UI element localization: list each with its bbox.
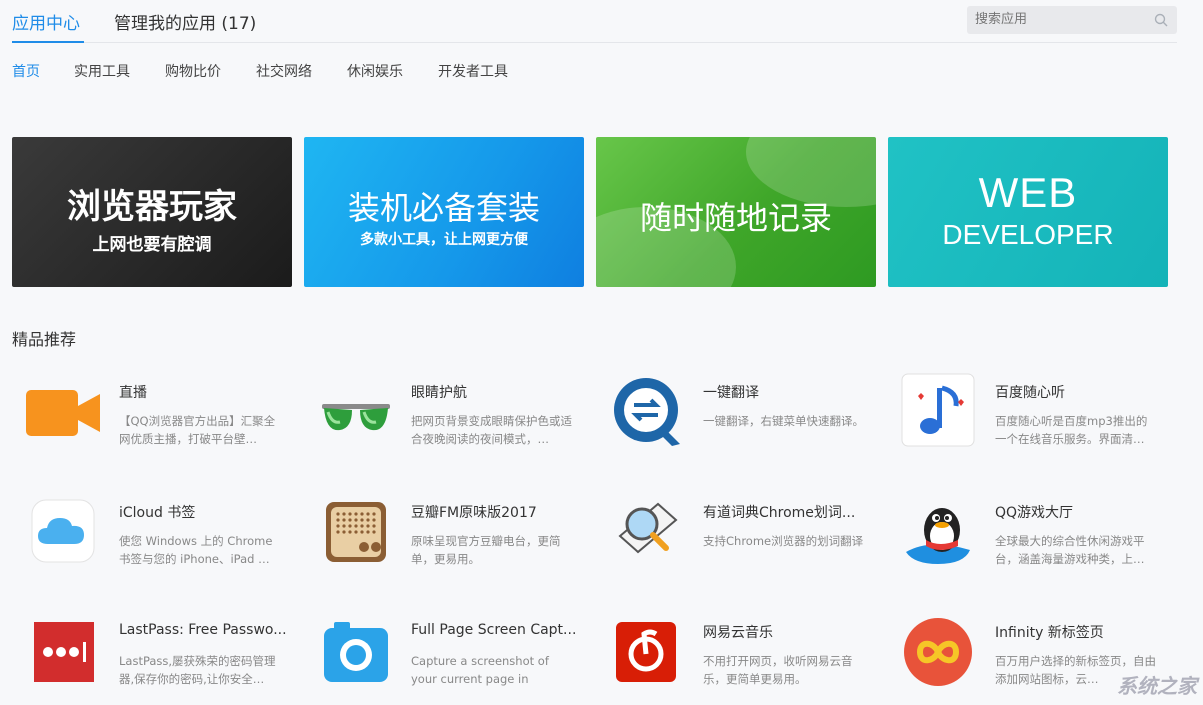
app-desc: 一键翻译，右键菜单快速翻译。 [703, 412, 865, 448]
app-name: Full Page Screen Capt... [411, 622, 581, 638]
search-box[interactable] [967, 6, 1177, 34]
app-name: 百度随心听 [995, 382, 1165, 402]
banner-title: 装机必备套装 [304, 183, 584, 229]
cloud-icon [24, 492, 100, 568]
nav-developer-tools[interactable]: 开发者工具 [438, 61, 508, 81]
lastpass-icon [24, 612, 100, 688]
banner-browser-player[interactable]: 浏览器玩家 上网也要有腔调 [12, 137, 292, 287]
app-card[interactable]: QQ游戏大厅 全球最大的综合性休闲游戏平台，涵盖海量游戏种类，上… [888, 492, 1168, 592]
magnifier-dictionary-icon [608, 492, 684, 568]
app-name: 直播 [119, 382, 289, 402]
video-camera-icon [24, 372, 100, 448]
penguin-icon [900, 492, 976, 568]
app-name: 网易云音乐 [703, 622, 873, 642]
app-card[interactable]: Full Page Screen Capt... Capture a scree… [304, 612, 584, 705]
banner-title: 浏览器玩家 [12, 179, 292, 228]
app-card[interactable]: 一键翻译 一键翻译，右键菜单快速翻译。 [596, 372, 876, 472]
app-desc: LastPass,屡获殊荣的密码管理器,保存你的密码,让你安全… [119, 652, 281, 688]
banner-subtitle: DEVELOPER [888, 219, 1168, 251]
nav-social[interactable]: 社交网络 [256, 61, 312, 81]
infinity-icon [900, 612, 976, 688]
watermark: 系统之家 [1117, 670, 1197, 699]
app-name: iCloud 书签 [119, 502, 289, 522]
search-icon[interactable] [1154, 13, 1168, 27]
app-card[interactable]: 直播 【QQ浏览器官方出品】汇聚全网优质主播，打破平台壁… [12, 372, 292, 472]
app-name: Infinity 新标签页 [995, 622, 1165, 642]
app-card[interactable]: 有道词典Chrome划词... 支持Chrome浏览器的划词翻译 [596, 492, 876, 592]
section-title: 精品推荐 [12, 326, 76, 350]
nav-entertainment[interactable]: 休闲娱乐 [347, 61, 403, 81]
app-desc: 全球最大的综合性休闲游戏平台，涵盖海量游戏种类，上… [995, 532, 1157, 568]
app-card[interactable]: iCloud 书签 使您 Windows 上的 Chrome 书签与您的 iPh… [12, 492, 292, 592]
tab-app-center[interactable]: 应用中心 [12, 9, 80, 34]
active-tab-indicator [12, 41, 84, 43]
banner-title: WEB [888, 169, 1168, 217]
tab-manage-my-apps[interactable]: 管理我的应用 (17) [114, 9, 256, 34]
app-name: QQ游戏大厅 [995, 502, 1165, 522]
banner-essential-kit[interactable]: 装机必备套装 多款小工具，让上网更方便 [304, 137, 584, 287]
app-desc: 不用打开网页，收听网易云音乐，更简单更易用。 [703, 652, 865, 688]
app-card[interactable]: 网易云音乐 不用打开网页，收听网易云音乐，更简单更易用。 [596, 612, 876, 705]
app-desc: 百度随心听是百度mp3推出的一个在线音乐服务。界面清… [995, 412, 1157, 448]
app-name: 一键翻译 [703, 382, 873, 402]
banner-subtitle: 多款小工具，让上网更方便 [304, 229, 584, 249]
app-desc: 支持Chrome浏览器的划词翻译 [703, 532, 865, 568]
app-desc: 原味呈现官方豆瓣电台，更简单，更易用。 [411, 532, 573, 568]
app-desc: Capture a screenshot of your current pag… [411, 652, 573, 688]
camera-icon [316, 612, 392, 688]
banner-title: 随时随地记录 [596, 193, 876, 239]
app-name: LastPass: Free Passwo... [119, 622, 289, 638]
app-card[interactable]: 眼睛护航 把网页背景变成眼睛保护色或适合夜晚阅读的夜间模式，… [304, 372, 584, 472]
nav-shopping[interactable]: 购物比价 [165, 61, 221, 81]
sunglasses-icon [316, 372, 392, 448]
app-card[interactable]: LastPass: Free Passwo... LastPass,屡获殊荣的密… [12, 612, 292, 705]
app-card[interactable]: 豆瓣FM原味版2017 原味呈现官方豆瓣电台，更简单，更易用。 [304, 492, 584, 592]
nav-utilities[interactable]: 实用工具 [74, 61, 130, 81]
banner-web-developer[interactable]: WEB DEVELOPER [888, 137, 1168, 287]
translate-icon [608, 372, 684, 448]
netease-music-icon [608, 612, 684, 688]
search-input[interactable] [975, 11, 1145, 26]
app-name: 豆瓣FM原味版2017 [411, 502, 581, 522]
app-desc: 把网页背景变成眼睛保护色或适合夜晚阅读的夜间模式，… [411, 412, 573, 448]
banner-subtitle: 上网也要有腔调 [12, 230, 292, 255]
radio-icon [316, 492, 392, 568]
music-note-icon [900, 372, 976, 448]
app-name: 眼睛护航 [411, 382, 581, 402]
app-name: 有道词典Chrome划词... [703, 502, 873, 522]
banner-record-anytime[interactable]: 随时随地记录 [596, 137, 876, 287]
nav-home[interactable]: 首页 [12, 61, 40, 81]
app-desc: 使您 Windows 上的 Chrome 书签与您的 iPhone、iPad … [119, 532, 281, 568]
header: 应用中心 管理我的应用 (17) [12, 0, 1177, 43]
app-card[interactable]: 百度随心听 百度随心听是百度mp3推出的一个在线音乐服务。界面清… [888, 372, 1168, 472]
app-desc: 【QQ浏览器官方出品】汇聚全网优质主播，打破平台壁… [119, 412, 281, 448]
